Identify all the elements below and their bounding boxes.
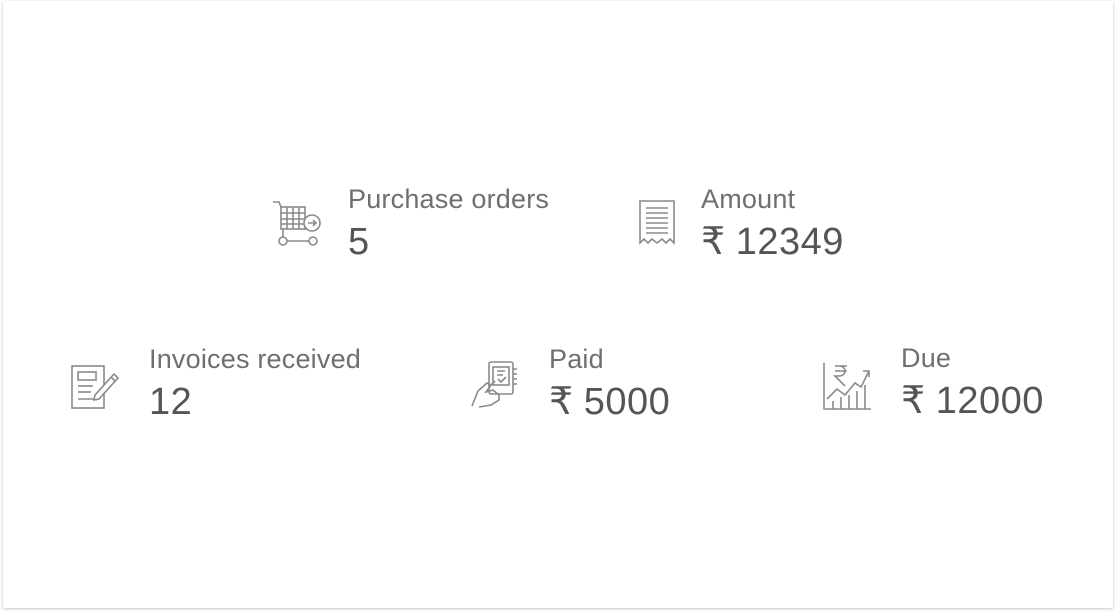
stat-value: ₹12000 — [901, 379, 1044, 423]
stat-value: ₹12349 — [701, 220, 844, 264]
stat-number: 5000 — [583, 381, 671, 423]
summary-card: Purchase orders 5 Amount ₹12349 Invoices… — [3, 1, 1113, 608]
hand-payment-icon — [469, 359, 521, 411]
stat-label: Amount — [701, 184, 796, 214]
stat-label: Invoices received — [149, 344, 362, 374]
stat-value: 5 — [348, 220, 549, 264]
stat-number: 12349 — [735, 221, 844, 263]
stat-number: 12000 — [935, 380, 1044, 422]
receipt-icon — [631, 197, 683, 249]
stat-label: Paid — [549, 344, 604, 374]
stat-value: 12 — [149, 380, 361, 424]
invoice-edit-icon — [69, 361, 121, 413]
currency-symbol: ₹ — [901, 380, 926, 422]
currency-symbol: ₹ — [549, 381, 574, 423]
stat-number: 5 — [348, 221, 370, 263]
stat-number: 12 — [149, 381, 193, 423]
shopping-cart-icon — [271, 197, 323, 249]
stat-value: ₹5000 — [549, 380, 670, 424]
stat-label: Purchase orders — [348, 184, 550, 214]
currency-symbol: ₹ — [701, 221, 726, 263]
stat-label: Due — [901, 343, 952, 373]
rupee-growth-chart-icon — [821, 359, 873, 411]
